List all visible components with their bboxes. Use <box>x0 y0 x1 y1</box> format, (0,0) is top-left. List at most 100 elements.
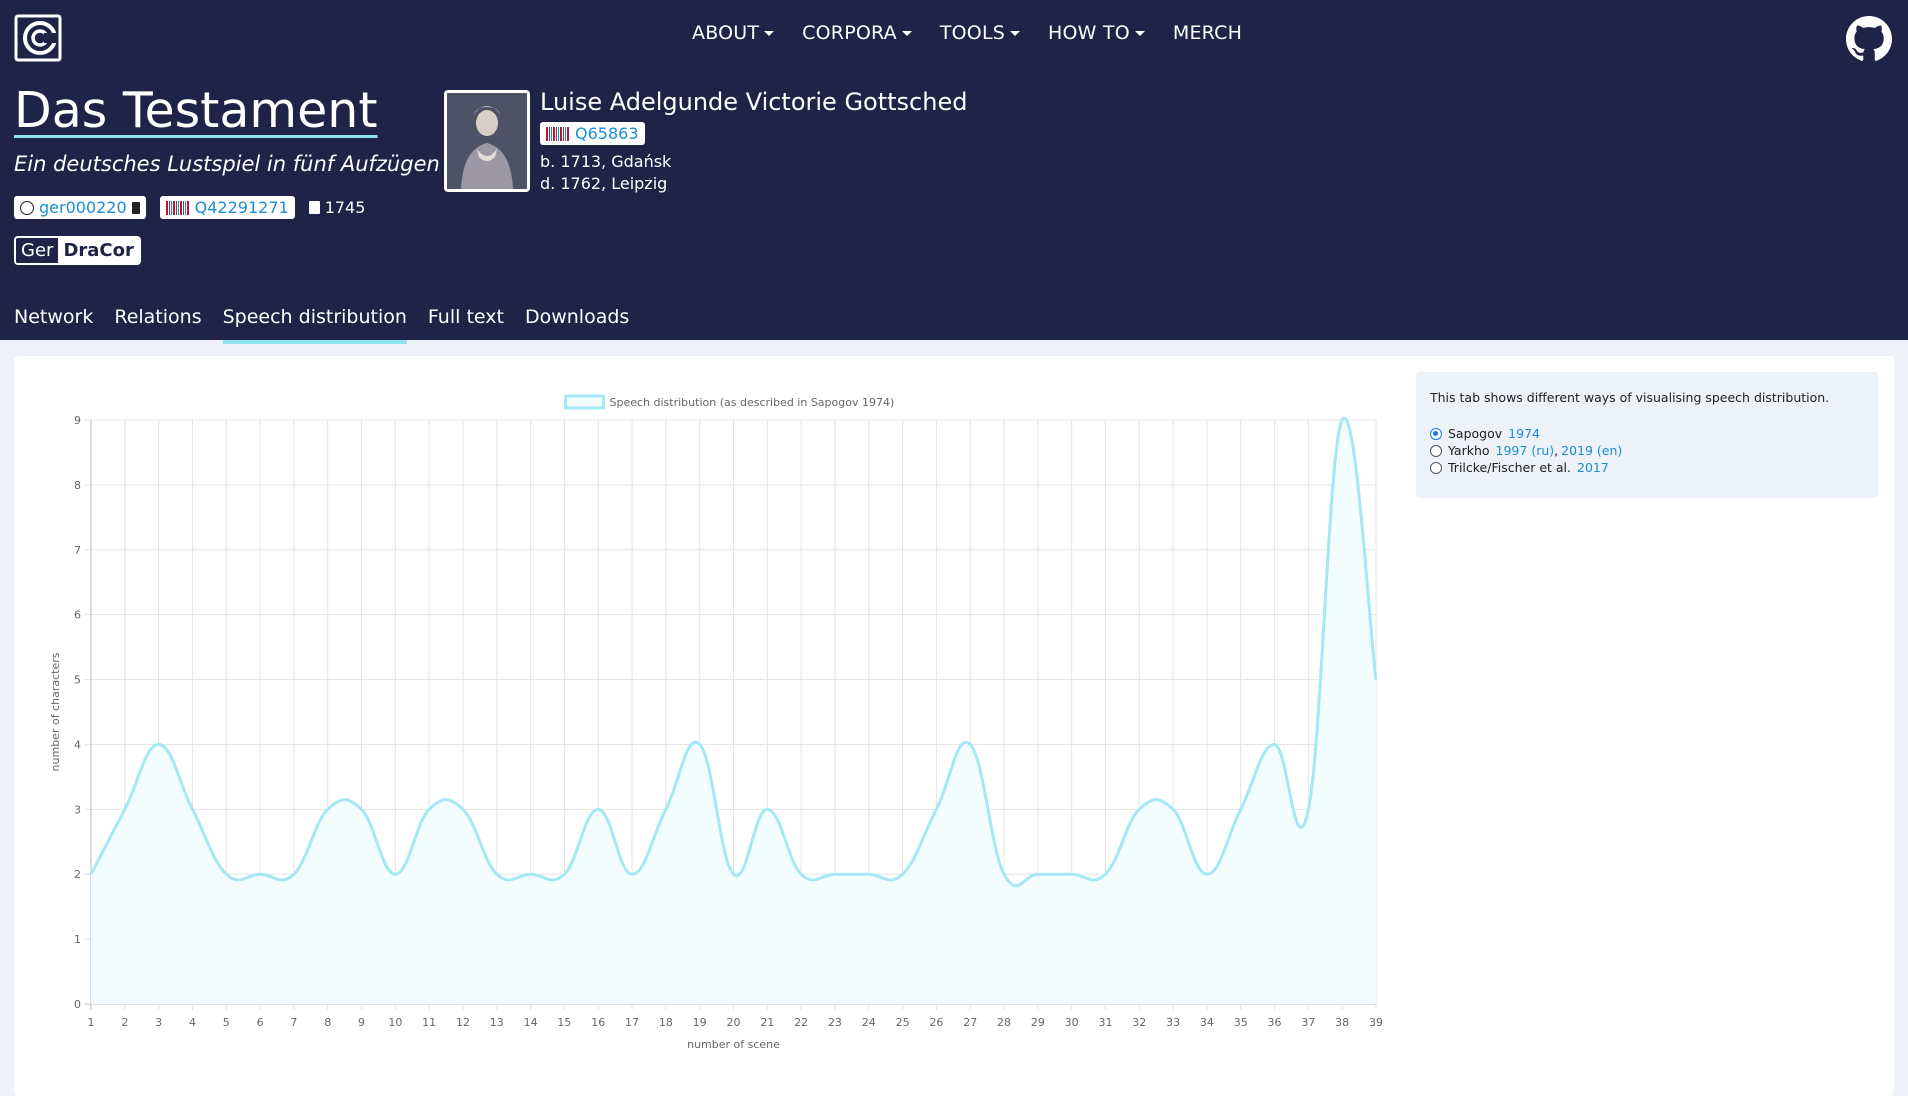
x-tick-label: 17 <box>625 1016 639 1029</box>
tab-full-text[interactable]: Full text <box>428 306 504 344</box>
radio-button[interactable] <box>1430 444 1442 457</box>
site-header: ABOUT CORPORA TOOLS HOW TO MERCH Das Testame… <box>0 0 1908 344</box>
x-tick-label: 32 <box>1132 1016 1146 1029</box>
corpus-badge[interactable]: Ger DraCor <box>14 236 141 265</box>
caret-down-icon <box>1010 31 1021 36</box>
x-tick-label: 9 <box>358 1016 365 1029</box>
y-tick-label: 0 <box>74 998 81 1011</box>
chart-options-panel: This tab shows different ways of visuali… <box>1416 372 1878 498</box>
x-tick-label: 10 <box>388 1016 402 1029</box>
y-axis-title: number of characters <box>49 652 62 771</box>
x-tick-label: 22 <box>794 1016 808 1029</box>
legend-swatch <box>564 394 605 410</box>
corpus-prefix: Ger <box>16 238 59 263</box>
wikidata-icon <box>546 126 570 141</box>
dracor-id-badge[interactable]: ger000220 <box>14 196 146 219</box>
play-year: 1745 <box>308 198 365 217</box>
author-portrait <box>444 90 530 192</box>
x-tick-label: 34 <box>1200 1016 1214 1029</box>
y-tick-label: 8 <box>74 479 81 492</box>
nav-tools[interactable]: TOOLS <box>939 22 1021 44</box>
x-tick-label: 36 <box>1268 1016 1282 1029</box>
play-badges: ger000220 Q42291271 1745 <box>14 196 365 219</box>
y-tick-label: 5 <box>74 674 81 687</box>
caret-down-icon <box>901 31 912 36</box>
author-name[interactable]: Luise Adelgunde Victorie Gottsched <box>540 88 967 116</box>
x-tick-label: 21 <box>760 1016 774 1029</box>
options-description: This tab shows different ways of visuali… <box>1430 390 1830 405</box>
x-tick-label: 11 <box>422 1016 436 1029</box>
author-life: b. 1713, Gdańsk d. 1762, Leipzig <box>540 151 967 195</box>
speech-distribution-chart: 01234567891 2 3 4 5 6 7 8 9 10 11 12 13 14 15 16 17 18 19 2… <box>49 394 1383 1051</box>
x-tick-label: 20 <box>727 1016 741 1029</box>
x-axis-title: number of scene <box>687 1038 780 1051</box>
nav-label: HOW TO <box>1048 22 1130 44</box>
x-tick-label: 13 <box>490 1016 504 1029</box>
reference-link[interactable]: 1997 (ru) <box>1496 443 1555 458</box>
x-tick-label: 4 <box>189 1016 196 1029</box>
x-tick-label: 5 <box>223 1016 230 1029</box>
author-wikidata-badge[interactable]: Q65863 <box>540 122 645 145</box>
author-died: d. 1762, Leipzig <box>540 174 668 193</box>
nav-corpora[interactable]: CORPORA <box>802 22 912 44</box>
reference-link[interactable]: 2017 <box>1577 460 1609 475</box>
github-icon[interactable] <box>1846 16 1892 62</box>
wikidata-id: Q42291271 <box>194 198 289 217</box>
option-name: Sapogov <box>1448 426 1503 441</box>
nav-label: TOOLS <box>939 22 1006 44</box>
x-tick-label: 6 <box>257 1016 264 1029</box>
tab-downloads[interactable]: Downloads <box>525 306 629 344</box>
x-tick-label: 7 <box>290 1016 297 1029</box>
reference-link[interactable]: 2019 (en) <box>1561 443 1622 458</box>
nav-label: MERCH <box>1172 22 1243 44</box>
clipboard-icon[interactable] <box>131 201 140 214</box>
caret-down-icon <box>1134 31 1145 36</box>
x-tick-label: 28 <box>997 1016 1011 1029</box>
wikidata-badge[interactable]: Q42291271 <box>159 196 295 219</box>
link-separator: , <box>1554 443 1559 458</box>
option-sapogov[interactable]: Sapogov 1974 <box>1430 426 1540 441</box>
radio-button[interactable] <box>1430 461 1442 474</box>
x-tick-label: 30 <box>1065 1016 1079 1029</box>
y-tick-label: 4 <box>74 738 81 751</box>
x-tick-label: 26 <box>929 1016 943 1029</box>
dracor-logo-icon[interactable] <box>14 14 62 62</box>
x-tick-label: 15 <box>557 1016 571 1029</box>
tab-relations[interactable]: Relations <box>114 306 201 344</box>
reference-link[interactable]: 1974 <box>1508 426 1540 441</box>
nav-about[interactable]: ABOUT <box>692 22 775 44</box>
legend-label: Speech distribution (as described in Sap… <box>610 396 895 409</box>
content-card: 0 1 2 3 4 5 6 7 8 9 1 2 3 4 5 6 7 8 9 10 11 12 13 14 15 16 17 18 19 2… <box>14 356 1894 1096</box>
x-tick-label: 31 <box>1098 1016 1112 1029</box>
x-tick-label: 37 <box>1301 1016 1315 1029</box>
tab-speech-distribution[interactable]: Speech distribution <box>222 306 407 344</box>
x-tick-label: 35 <box>1234 1016 1248 1029</box>
x-tick-label: 39 <box>1369 1016 1383 1029</box>
nav-merch[interactable]: MERCH <box>1173 22 1242 44</box>
author-born: b. 1713, Gdańsk <box>540 152 672 171</box>
tab-network[interactable]: Network <box>14 306 93 344</box>
nav-label: CORPORA <box>802 22 897 44</box>
x-tick-label: 8 <box>324 1016 331 1029</box>
author-info: Luise Adelgunde Victorie Gottsched Q6586… <box>540 88 967 195</box>
x-tick-label: 29 <box>1031 1016 1045 1029</box>
y-tick-label: 1 <box>74 933 81 946</box>
x-tick-label: 3 <box>155 1016 162 1029</box>
x-tick-label: 38 <box>1335 1016 1349 1029</box>
play-title[interactable]: Das Testament <box>14 82 378 139</box>
option-name: Trilcke/Fischer et al. <box>1448 460 1571 475</box>
option-trilcke-fischer-et-al[interactable]: Trilcke/Fischer et al. 2017 <box>1430 460 1609 475</box>
nav-how-to[interactable]: HOW TO <box>1048 22 1145 44</box>
option-name: Yarkho <box>1448 443 1490 458</box>
option-yarkho[interactable]: Yarkho 1997 (ru), 2019 (en) <box>1430 443 1622 458</box>
x-tick-label: 16 <box>591 1016 605 1029</box>
dracor-id: ger000220 <box>39 198 127 217</box>
x-tick-label: 2 <box>121 1016 128 1029</box>
y-tick-label: 2 <box>74 868 81 881</box>
x-tick-label: 24 <box>862 1016 876 1029</box>
x-tick-label: 23 <box>828 1016 842 1029</box>
play-tabs: Network Relations Speech distribution Full … <box>14 306 629 344</box>
radio-button[interactable] <box>1430 427 1442 440</box>
x-tick-label: 14 <box>524 1016 538 1029</box>
x-tick-label: 25 <box>896 1016 910 1029</box>
